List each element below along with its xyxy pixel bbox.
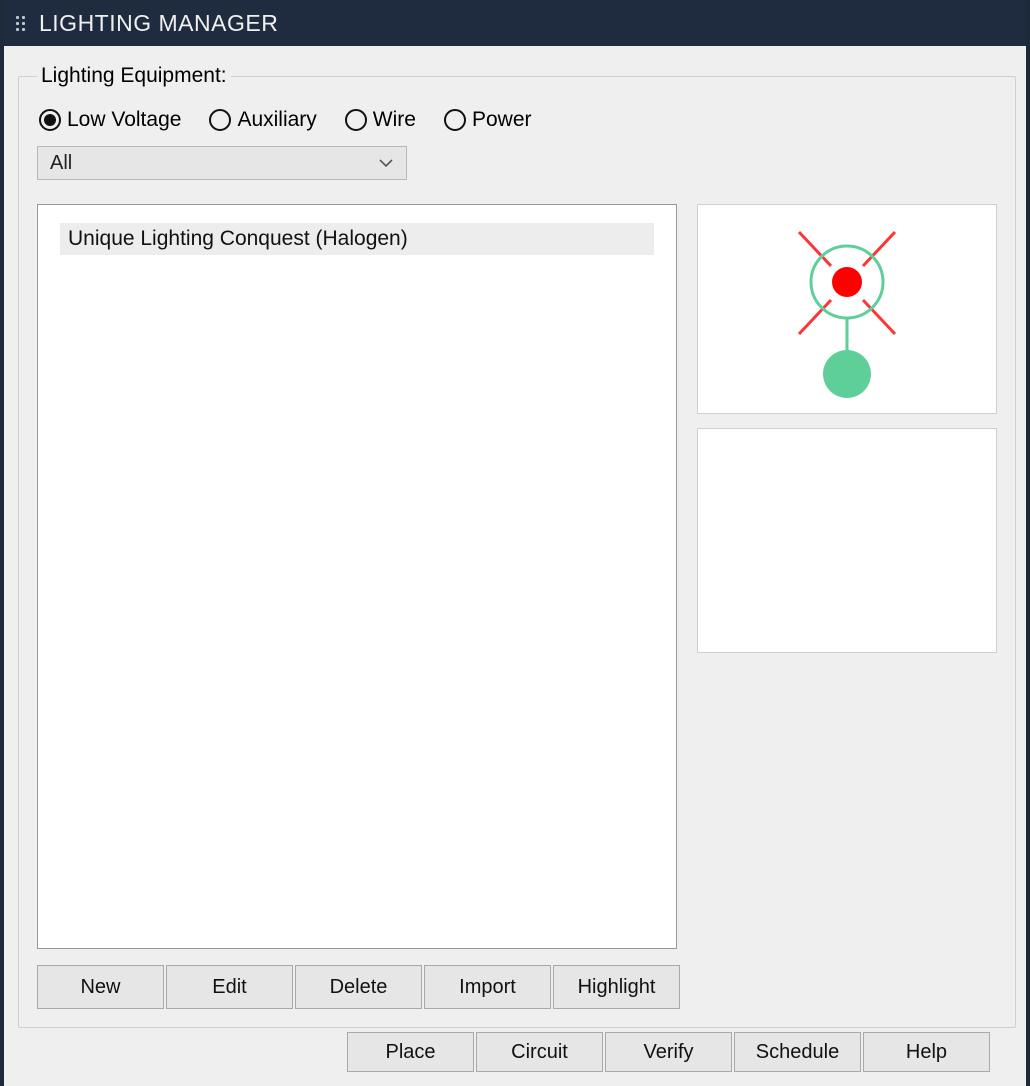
radio-icon: [209, 109, 231, 131]
list-actions: New Edit Delete Import Highlight: [37, 965, 997, 1009]
bottom-bar: Place Circuit Verify Schedule Help: [18, 1028, 1008, 1086]
drag-grip-icon[interactable]: [16, 16, 25, 31]
radio-wire[interactable]: Wire: [345, 108, 416, 132]
app-window: LIGHTING MANAGER Lighting Equipment: Low…: [0, 0, 1030, 1086]
place-button[interactable]: Place: [347, 1032, 474, 1072]
radio-low-voltage[interactable]: Low Voltage: [39, 108, 181, 132]
window-title: LIGHTING MANAGER: [39, 10, 278, 37]
delete-button[interactable]: Delete: [295, 965, 422, 1009]
filter-dropdown[interactable]: All: [37, 146, 407, 180]
right-column: [697, 204, 997, 949]
equipment-legend: Lighting Equipment:: [37, 64, 231, 88]
highlight-button[interactable]: Highlight: [553, 965, 680, 1009]
radio-label: Power: [472, 108, 532, 132]
verify-button[interactable]: Verify: [605, 1032, 732, 1072]
equipment-list[interactable]: Unique Lighting Conquest (Halogen): [37, 204, 677, 949]
equipment-group: Lighting Equipment: Low Voltage Auxiliar…: [18, 64, 1016, 1028]
equipment-type-radios: Low Voltage Auxiliary Wire Power: [39, 108, 997, 132]
radio-label: Wire: [373, 108, 416, 132]
filter-selected: All: [50, 152, 72, 175]
edit-button[interactable]: Edit: [166, 965, 293, 1009]
radio-power[interactable]: Power: [444, 108, 532, 132]
radio-icon: [39, 109, 61, 131]
light-fixture-icon: [747, 214, 947, 404]
radio-auxiliary[interactable]: Auxiliary: [209, 108, 316, 132]
import-button[interactable]: Import: [424, 965, 551, 1009]
radio-icon: [444, 109, 466, 131]
schedule-button[interactable]: Schedule: [734, 1032, 861, 1072]
new-button[interactable]: New: [37, 965, 164, 1009]
main-row: Unique Lighting Conquest (Halogen): [37, 204, 997, 949]
list-item[interactable]: Unique Lighting Conquest (Halogen): [60, 223, 654, 255]
radio-label: Auxiliary: [237, 108, 316, 132]
chevron-down-icon: [378, 158, 394, 168]
equipment-preview: [697, 204, 997, 414]
circuit-button[interactable]: Circuit: [476, 1032, 603, 1072]
radio-label: Low Voltage: [67, 108, 181, 132]
secondary-preview: [697, 428, 997, 653]
titlebar[interactable]: LIGHTING MANAGER: [4, 0, 1026, 46]
radio-icon: [345, 109, 367, 131]
body: Lighting Equipment: Low Voltage Auxiliar…: [4, 46, 1026, 1086]
help-button[interactable]: Help: [863, 1032, 990, 1072]
